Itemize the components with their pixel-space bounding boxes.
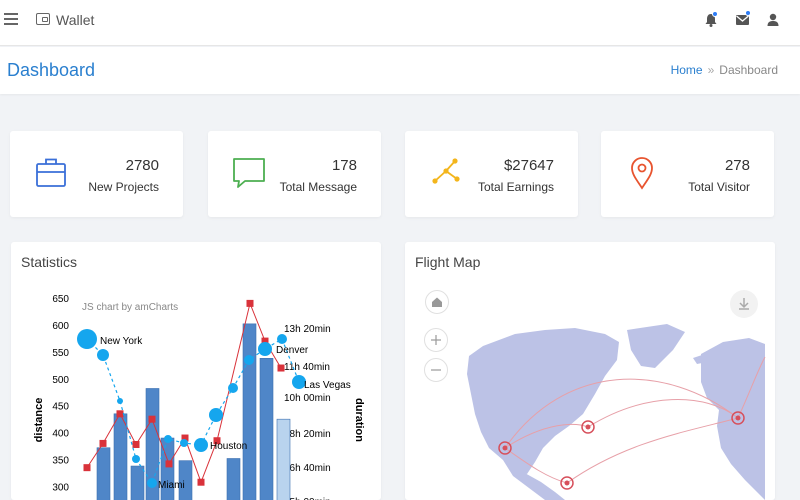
breadcrumb: Home » Dashboard xyxy=(671,63,778,77)
statistics-chart[interactable]: 650 600 550 500 450 400 350 300 13h 20min 11h 40… xyxy=(11,242,381,500)
stat-value: 2780 xyxy=(125,157,159,174)
zoom-out-icon xyxy=(431,369,441,371)
stat-value: 278 xyxy=(724,157,750,174)
flight-map-panel: Flight Map xyxy=(405,242,775,500)
duration-bubble[interactable] xyxy=(258,342,272,356)
city-label: Miami xyxy=(158,480,185,491)
duration-bubble[interactable] xyxy=(117,398,123,404)
share-nodes-icon xyxy=(429,155,463,191)
latitude-marker[interactable] xyxy=(246,299,254,307)
chat-icon xyxy=(232,155,266,191)
wallet-icon xyxy=(36,13,50,25)
envelope-icon[interactable] xyxy=(735,10,753,30)
city-label: Las Vegas xyxy=(304,380,351,391)
breadcrumb-current: Dashboard xyxy=(719,63,778,77)
y-axis-right-label: duration xyxy=(353,398,365,442)
chart-watermark: JS chart by amCharts xyxy=(82,302,178,313)
duration-bubble[interactable] xyxy=(164,435,172,443)
y-left-tick-label: 300 xyxy=(52,483,69,494)
city-marker[interactable] xyxy=(560,476,574,490)
y-left-tick-label: 350 xyxy=(52,456,69,467)
distance-bar[interactable] xyxy=(96,447,111,500)
bell-icon[interactable] xyxy=(703,11,721,30)
distance-bar[interactable] xyxy=(259,358,274,500)
hamburger-icon[interactable] xyxy=(4,13,18,25)
city-label: New York xyxy=(100,336,143,347)
city-label: Denver xyxy=(276,345,309,356)
stat-card-projects: 2780 New Projects xyxy=(10,131,183,217)
y-left-tick-label: 400 xyxy=(52,429,69,440)
stat-value: 178 xyxy=(331,157,357,174)
y-right-tick-label: 10h 00min xyxy=(284,393,331,404)
city-marker[interactable] xyxy=(498,441,512,455)
duration-bubble[interactable] xyxy=(132,455,140,463)
stat-card-messages: 178 Total Message xyxy=(208,131,381,217)
latitude-marker[interactable] xyxy=(277,364,285,372)
duration-bubble[interactable] xyxy=(194,438,208,452)
stat-value: $27647 xyxy=(503,157,554,174)
distance-bar[interactable] xyxy=(226,458,241,500)
latitude-marker[interactable] xyxy=(197,478,205,486)
y-right-tick-label: 06h 40min xyxy=(284,463,331,474)
map-zoom-in-button[interactable] xyxy=(424,328,448,352)
y-left-tick-label: 450 xyxy=(52,402,69,413)
home-icon xyxy=(432,297,442,307)
breadcrumb-home-link[interactable]: Home xyxy=(671,63,703,77)
map-zoom-out-button[interactable] xyxy=(424,358,448,382)
stat-card-visitors: 278 Total Visitor xyxy=(601,131,774,217)
y-right-tick-label: 08h 20min xyxy=(284,429,331,440)
y-left-tick-label: 600 xyxy=(52,321,69,332)
stat-label: Total Visitor xyxy=(688,180,750,194)
duration-bubble[interactable] xyxy=(277,334,287,344)
flight-map-title: Flight Map xyxy=(415,254,481,270)
latitude-marker[interactable] xyxy=(148,415,156,423)
distance-bar[interactable] xyxy=(242,323,257,500)
y-left-tick-label: 500 xyxy=(52,375,69,386)
duration-bubble[interactable] xyxy=(97,349,109,361)
statistics-panel: Statistics 650 600 550 500 450 400 350 300 13h … xyxy=(11,242,381,500)
map-pin-icon xyxy=(625,155,659,191)
latitude-marker[interactable] xyxy=(83,464,91,472)
duration-bubble[interactable] xyxy=(209,408,223,422)
city-label: Houston xyxy=(210,441,247,452)
y-left-tick-label: 650 xyxy=(52,294,69,305)
user-icon[interactable] xyxy=(766,12,784,30)
top-bar: Wallet xyxy=(0,0,800,46)
latitude-marker[interactable] xyxy=(116,410,124,418)
stat-label: Total Earnings xyxy=(477,180,554,194)
page-title: Dashboard xyxy=(7,60,96,80)
page-header: Dashboard Home » Dashboard xyxy=(0,47,800,94)
map-home-button[interactable] xyxy=(425,290,449,314)
duration-bubble[interactable] xyxy=(77,329,97,349)
zoom-in-icon xyxy=(431,335,441,345)
stat-label: New Projects xyxy=(88,180,159,194)
world-map xyxy=(467,324,766,500)
app-title: Wallet xyxy=(56,12,95,28)
y-right-tick-label: 11h 40min xyxy=(284,362,330,373)
duration-bubble[interactable] xyxy=(228,383,238,393)
city-marker[interactable] xyxy=(581,420,595,434)
y-left-tick-label: 550 xyxy=(52,348,69,359)
stat-label: Total Message xyxy=(279,180,357,194)
distance-bar[interactable] xyxy=(130,465,145,500)
y-axis-left-label: distance xyxy=(33,398,45,443)
duration-bubble[interactable] xyxy=(180,439,188,447)
breadcrumb-separator: » xyxy=(707,63,715,77)
duration-bubble[interactable] xyxy=(147,478,157,488)
distance-bar[interactable] xyxy=(113,413,128,500)
map-download-button[interactable] xyxy=(730,290,758,318)
latitude-marker[interactable] xyxy=(99,439,107,447)
duration-bubble[interactable] xyxy=(244,355,254,365)
city-marker[interactable] xyxy=(731,411,745,425)
y-right-tick-label: 13h 20min xyxy=(284,324,331,335)
briefcase-icon xyxy=(34,155,68,191)
stat-card-earnings: $27647 Total Earnings xyxy=(405,131,578,217)
latitude-marker[interactable] xyxy=(132,440,140,448)
download-icon xyxy=(739,298,749,310)
latitude-marker[interactable] xyxy=(165,460,173,468)
distance-bar[interactable] xyxy=(276,418,291,500)
